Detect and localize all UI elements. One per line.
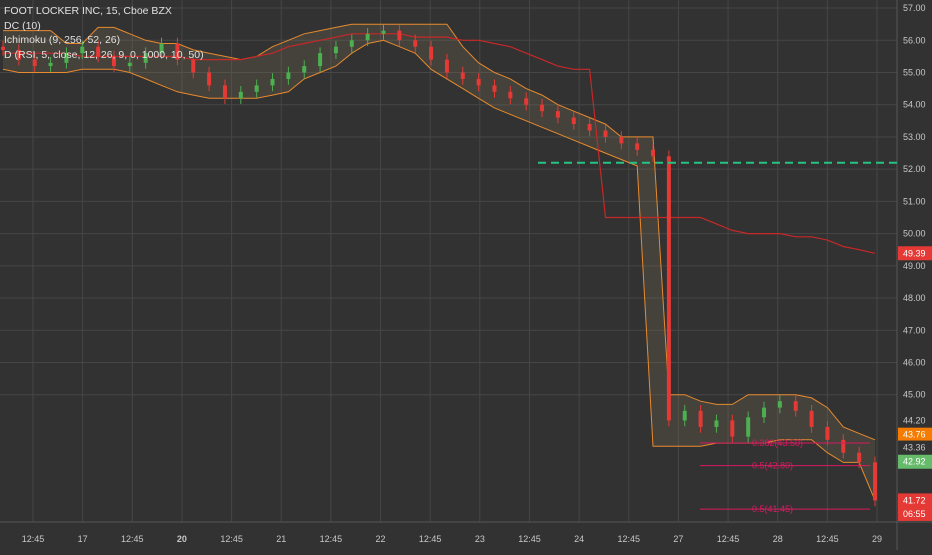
x-tick-label: 12:45 (22, 534, 45, 544)
candle-body (730, 420, 735, 437)
candle-body (397, 30, 402, 41)
candle-body (222, 85, 227, 99)
legend-ichimoku[interactable]: Ichimoku (9, 256, 52, 26) (4, 33, 204, 48)
candle-body (762, 407, 767, 418)
x-tick-label: 24 (574, 534, 584, 544)
x-tick-label: 17 (78, 534, 88, 544)
candle-body (746, 417, 751, 437)
candle-body (48, 62, 53, 67)
candle-body (698, 410, 703, 427)
x-tick-label: 12:45 (121, 534, 144, 544)
x-tick-label: 21 (276, 534, 286, 544)
candle-body (333, 46, 338, 54)
fib-level-label: 0.5(41.45) (752, 504, 793, 514)
x-tick-label: 27 (673, 534, 683, 544)
candle-body (841, 439, 846, 453)
y-tick-label: 47.00 (903, 325, 926, 335)
candle-body (777, 401, 782, 408)
legend-title[interactable]: FOOT LOCKER INC, 15, Cboe BZX (4, 4, 204, 19)
candle-body (873, 462, 877, 501)
y-tick-label: 55.00 (903, 68, 926, 78)
y-tick-label: 53.00 (903, 132, 926, 142)
y-tick-label: 56.00 (903, 35, 926, 45)
x-tick-label: 12:45 (419, 534, 442, 544)
x-tick-label: 12:45 (220, 534, 243, 544)
chart[interactable]: 57.00 56.00 55.00 54.00 53.00 52.00 51.00 50.00… (0, 0, 932, 550)
candle-body (127, 62, 132, 67)
x-tick-label: 12:45 (320, 534, 343, 544)
price-tag-label: 43.36 (903, 443, 926, 453)
candle-body (666, 156, 671, 421)
x-tick-label: 12:45 (816, 534, 839, 544)
candle-body (555, 111, 560, 118)
y-tick-label: 51.00 (903, 196, 926, 206)
price-tag-label: 43.76 (903, 430, 926, 440)
candle-body (651, 149, 656, 157)
x-tick-label: 12:45 (717, 534, 740, 544)
candle-body (825, 426, 830, 440)
candle-body (270, 78, 275, 86)
y-tick-label: 57.00 (903, 3, 926, 13)
candle-body (302, 66, 307, 73)
candle-body (492, 85, 497, 92)
candle-body (349, 40, 354, 47)
candle-body (381, 30, 386, 34)
candle-body (809, 410, 814, 427)
y-tick-label: 46.00 (903, 358, 926, 368)
candle-body (207, 72, 212, 86)
candle-body (714, 420, 719, 427)
candle-body (476, 78, 481, 86)
candle-body (571, 117, 576, 125)
candle-body (635, 143, 640, 150)
candle-body (619, 136, 624, 144)
y-tick-label: 50.00 (903, 229, 926, 239)
x-tick-label: 12:45 (617, 534, 640, 544)
price-tag-label: 41.72 (903, 495, 926, 505)
candle-body (429, 46, 434, 60)
x-tick-label: 22 (376, 534, 386, 544)
y-tick-label: 49.00 (903, 261, 926, 271)
candle-body (413, 40, 418, 47)
candle-body (444, 59, 449, 73)
y-tick-label: 45.00 (903, 390, 926, 400)
legend-d[interactable]: D (RSI, 5, close, 12, 26, 9, 0, 1000, 10… (4, 48, 204, 63)
candle-body (682, 410, 687, 421)
y-tick-label: 54.00 (903, 100, 926, 110)
y-tick-label: 48.00 (903, 293, 926, 303)
candle-body (524, 98, 529, 105)
candle-body (587, 124, 592, 131)
chart-svg: 57.00 56.00 55.00 54.00 53.00 52.00 51.00 50.00… (0, 0, 932, 550)
candle-body (540, 104, 545, 112)
candle-body (793, 401, 798, 411)
candle-body (857, 452, 862, 463)
fib-level-label: 0.382(43.50) (752, 438, 803, 448)
x-tick-label: 23 (475, 534, 485, 544)
x-tick-label: 12:45 (518, 534, 541, 544)
y-tick-label: 52.00 (903, 164, 926, 174)
price-tag-label: 49.39 (903, 248, 926, 258)
candle-body (603, 130, 608, 137)
candle-body (238, 91, 243, 99)
price-tag-label: 42.92 (903, 457, 926, 467)
candle-body (254, 85, 259, 92)
legend: FOOT LOCKER INC, 15, Cboe BZX DC (10) Ic… (4, 4, 204, 62)
x-tick-label: 28 (773, 534, 783, 544)
candle-body (286, 72, 291, 79)
y-tick-label: 44.20 (903, 416, 926, 426)
x-tick-label: 29 (872, 534, 882, 544)
legend-dc[interactable]: DC (10) (4, 19, 204, 34)
candle-body (460, 72, 465, 79)
candle-body (508, 91, 513, 99)
price-tag-label: 06:55 (903, 509, 926, 519)
x-tick-label: 20 (177, 534, 187, 544)
fib-level-label: 0.5(42.80) (752, 461, 793, 471)
candle-body (365, 33, 370, 41)
candle-body (318, 53, 323, 67)
